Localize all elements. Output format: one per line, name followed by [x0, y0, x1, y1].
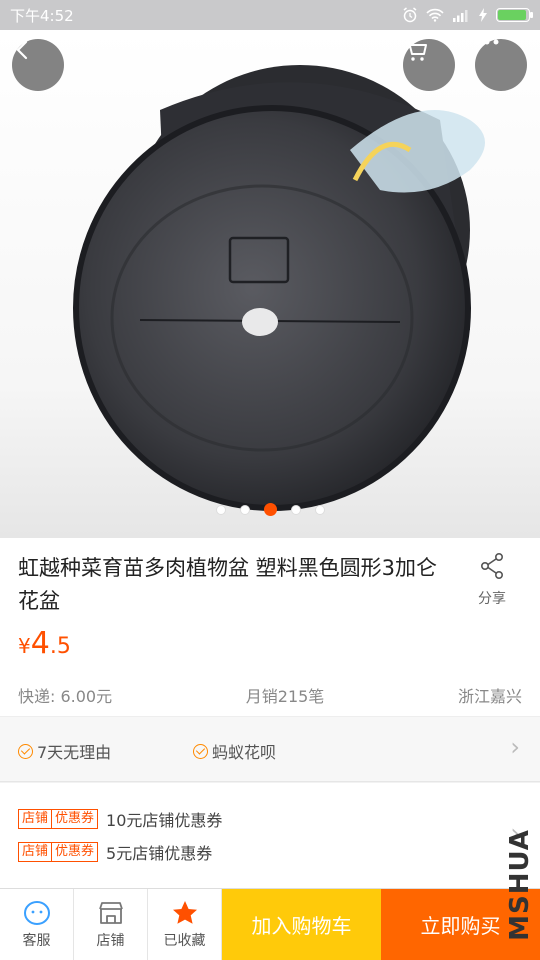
- carousel-dot[interactable]: [314, 504, 325, 515]
- star-icon: [172, 900, 197, 924]
- coupon-tag: 店铺 优惠券: [18, 809, 99, 829]
- carousel-dot[interactable]: [239, 504, 250, 515]
- screen-watermark: MSHUA: [505, 829, 536, 941]
- coupon-label: 10元店铺优惠券: [106, 811, 223, 830]
- more-options-button[interactable]: [475, 39, 527, 91]
- coupon-row: 店铺 优惠券 5元店铺优惠券: [18, 840, 212, 864]
- carousel-dot[interactable]: [263, 503, 277, 516]
- customer-service-button[interactable]: 客服: [0, 889, 74, 960]
- price-integer: 4: [30, 626, 50, 661]
- status-icons: [402, 7, 533, 23]
- tag-coupon: 优惠券: [51, 843, 97, 861]
- cart-button[interactable]: [403, 39, 455, 91]
- service-item: 7天无理由: [18, 739, 111, 763]
- charging-icon: [479, 8, 487, 22]
- tag-shop: 店铺: [22, 811, 49, 826]
- service-item: 蚂蚁花呗: [193, 739, 276, 763]
- share-button[interactable]: 分享: [470, 552, 514, 608]
- signal-icon: [453, 10, 468, 22]
- tag-coupon: 优惠券: [51, 810, 97, 828]
- cart-icon: [405, 41, 427, 61]
- shop-button[interactable]: 店铺: [74, 889, 148, 960]
- service-guarantees[interactable]: 7天无理由 蚂蚁花呗 ›: [0, 716, 540, 782]
- more-icon: [475, 39, 499, 45]
- product-info: 虹越种菜育苗多肉植物盆 塑料黑色圆形3加仑花盆 分享 ¥4.5 快递: 6.00…: [0, 538, 540, 716]
- carousel-dot[interactable]: [215, 504, 226, 515]
- check-circle-icon: [18, 743, 33, 759]
- status-bar: 下午4:52: [0, 0, 540, 30]
- share-icon: [480, 552, 503, 579]
- add-to-cart-button[interactable]: 加入购物车: [222, 889, 381, 960]
- product-meta: 快递: 6.00元 月销215笔 浙江嘉兴: [18, 683, 522, 707]
- back-button[interactable]: [12, 39, 64, 91]
- tab-label: 店铺: [96, 932, 125, 949]
- battery-fill: [498, 10, 526, 20]
- service-label: 蚂蚁花呗: [212, 743, 277, 762]
- alarm-icon: [403, 7, 417, 23]
- coupon-row: 店铺 优惠券 10元店铺优惠券: [18, 807, 222, 831]
- product-title: 虹越种菜育苗多肉植物盆 塑料黑色圆形3加仑花盆: [18, 556, 438, 613]
- battery-icon: [496, 8, 533, 22]
- favorite-button[interactable]: 已收藏: [148, 889, 222, 960]
- status-time: 下午4:52: [10, 6, 74, 25]
- monthly-sales: 月销215笔: [245, 687, 325, 706]
- product-image-carousel[interactable]: [0, 30, 540, 538]
- shipping-fee: 快递: 6.00元: [18, 687, 113, 706]
- chevron-left-icon: [16, 40, 28, 60]
- chat-face-icon: [23, 900, 50, 925]
- coupon-label: 5元店铺优惠券: [106, 844, 213, 863]
- product-photo: [0, 30, 540, 538]
- price-symbol: ¥: [18, 634, 31, 658]
- ship-location: 浙江嘉兴: [457, 687, 522, 706]
- price-decimal: .5: [49, 634, 71, 659]
- watermark-text: MSHUA: [505, 829, 536, 941]
- service-label: 7天无理由: [37, 743, 112, 762]
- coupon-tag: 店铺 优惠券: [18, 842, 99, 862]
- check-circle-icon: [193, 743, 208, 759]
- carousel-dot[interactable]: [290, 504, 301, 515]
- bottom-action-bar: 客服 店铺 已收藏 加入购物车 立即购买: [0, 888, 540, 960]
- tag-shop: 店铺: [22, 844, 49, 859]
- tab-label: 已收藏: [163, 932, 206, 949]
- share-label: 分享: [478, 591, 506, 607]
- coupon-section[interactable]: 店铺 优惠券 10元店铺优惠券 店铺 优惠券 5元店铺优惠券 ›: [0, 783, 540, 888]
- store-icon: [98, 901, 123, 924]
- carousel-pagination: [0, 503, 540, 516]
- tab-label: 客服: [22, 932, 51, 949]
- chevron-right-icon: ›: [510, 733, 520, 761]
- wifi-icon: [426, 8, 444, 22]
- price: ¥4.5: [18, 626, 71, 661]
